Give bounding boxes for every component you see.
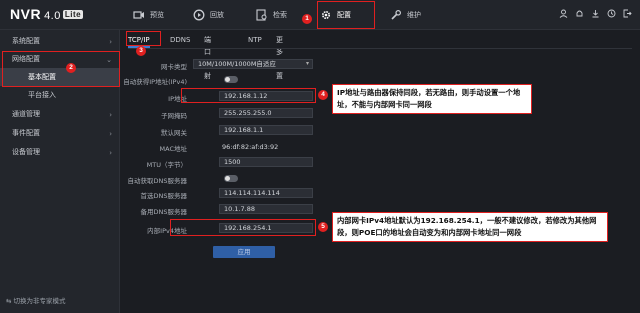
dns-auto-toggle[interactable]	[224, 175, 238, 182]
switch-icon: ⇆	[6, 297, 12, 305]
download-icon[interactable]	[591, 9, 600, 18]
ip-callout: IP地址与路由器保持同段，若无路由，则手动设置一个地址，不能与内部网卡同一网段	[332, 84, 532, 114]
apply-button[interactable]: 应用	[213, 246, 275, 258]
mac-label: MAC地址	[159, 145, 187, 153]
nav-playback-label: 回放	[210, 11, 224, 19]
badge-1: 1	[302, 14, 312, 24]
tab-port-mapping[interactable]: 端口映射	[204, 34, 211, 80]
dns1-label: 首选DNS服务器	[140, 192, 188, 200]
expert-mode-label: 切换为非专家模式	[13, 297, 66, 305]
highlight-ip-field	[181, 88, 316, 103]
sidebar-item-label: 设备管理	[12, 148, 40, 156]
top-right-icons	[559, 9, 632, 18]
tab-ntp[interactable]: NTP	[248, 34, 262, 48]
sidebar-item-label: 通道管理	[12, 110, 40, 118]
wrench-icon	[391, 9, 402, 20]
tab-more[interactable]: 更多配置	[276, 34, 283, 80]
logo: NVR 4.0 Lite	[10, 6, 84, 22]
nav-preview[interactable]: 预览	[133, 0, 164, 30]
sidebar-item-label: 平台接入	[28, 91, 56, 99]
nav-search[interactable]: 检索	[256, 0, 287, 30]
bell-icon[interactable]	[575, 9, 584, 18]
dns2-input[interactable]: 10.1.7.88	[219, 204, 313, 214]
badge-4: 4	[318, 90, 328, 100]
mask-label: 子网掩码	[161, 112, 187, 120]
mask-input[interactable]: 255.255.255.0	[219, 108, 313, 118]
nav-search-label: 检索	[273, 11, 287, 19]
exit-icon[interactable]	[623, 9, 632, 18]
highlight-network-menu	[2, 51, 120, 87]
badge-5: 5	[318, 222, 328, 232]
clock-icon[interactable]	[607, 9, 616, 18]
camera-icon	[133, 11, 144, 19]
mtu-input[interactable]: 1500	[219, 157, 313, 167]
badge-2: 2	[66, 63, 76, 73]
nav-preview-label: 预览	[150, 11, 164, 19]
tab-divider	[128, 48, 632, 49]
user-icon[interactable]	[559, 9, 568, 18]
gateway-input[interactable]: 192.168.1.1	[219, 125, 313, 135]
sidebar-item-label: 系统配置	[12, 37, 40, 45]
playback-icon	[193, 9, 205, 21]
dhcp-toggle[interactable]	[224, 76, 238, 83]
chevron-down-icon: ▾	[305, 60, 309, 67]
internal-ipv4-callout: 内部网卡IPv4地址默认为192.168.254.1，一般不建议修改，若修改为其…	[332, 212, 608, 242]
nav-maintenance[interactable]: 维护	[390, 0, 421, 30]
highlight-tcpip-tab	[126, 31, 161, 46]
dns2-label: 备用DNS服务器	[140, 208, 188, 216]
nic-type-select[interactable]: 10M/100M/1000M自适应 ▾	[193, 59, 313, 69]
sidebar-item-label: 事件配置	[12, 129, 40, 137]
mtu-label: MTU（字节）	[146, 161, 187, 169]
tab-ddns[interactable]: DDNS	[170, 34, 190, 48]
ip-label: IP地址	[168, 95, 187, 103]
highlight-internal-ipv4	[170, 219, 316, 236]
nav-playback[interactable]: 回放	[193, 0, 224, 30]
search-icon	[256, 9, 267, 21]
mac-value: 96:df:82:af:d3:92	[222, 143, 279, 151]
dns-auto-label: 自动获取DNS服务器	[127, 177, 188, 185]
dns1-input[interactable]: 114.114.114.114	[219, 188, 313, 198]
gateway-label: 默认网关	[161, 129, 187, 137]
expert-mode-toggle[interactable]: ⇆ 切换为非专家模式	[6, 295, 66, 305]
nic-type-value: 10M/100M/1000M自适应	[198, 60, 276, 68]
chevron-right-icon: ›	[109, 38, 112, 46]
sidebar-item-system[interactable]: 系统配置 ›	[0, 32, 120, 50]
badge-3: 3	[136, 46, 146, 56]
highlight-config-nav	[317, 1, 375, 29]
nav-maintenance-label: 维护	[407, 11, 421, 19]
